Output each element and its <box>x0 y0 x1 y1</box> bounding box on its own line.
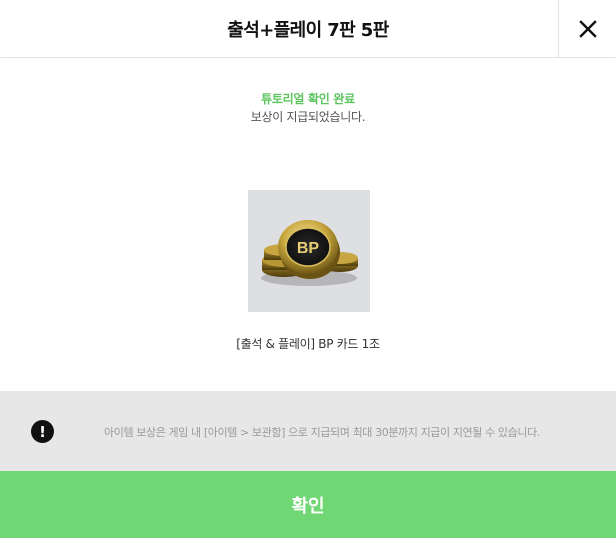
modal-header: 출석+플레이 7판 5판 <box>0 0 616 58</box>
reward-modal: 출석+플레이 7판 5판 튜토리얼 확인 완료 보상이 지급되었습니다. BP … <box>0 0 616 538</box>
exclamation-icon: ! <box>31 420 54 443</box>
notice-message: 보상이 지급되었습니다. <box>250 110 366 124</box>
info-bar: ! 아이템 보상은 게임 내 [아이템 > 보관함] 으로 지급되며 최대 30… <box>0 391 616 471</box>
status-text: 튜토리얼 확인 완료 <box>261 92 355 106</box>
reward-item-name: [출석 & 플레이] BP 카드 1조 <box>236 337 380 351</box>
info-message: 아이템 보상은 게임 내 [아이템 > 보관함] 으로 지급되며 최대 30분까… <box>104 426 540 439</box>
confirm-button[interactable]: 확인 <box>0 471 616 538</box>
reward-area: BP [출석 & 플레이] BP 카드 1조 <box>0 153 616 391</box>
bp-coins-icon: BP <box>261 220 358 286</box>
close-icon <box>578 19 597 38</box>
modal-title: 출석+플레이 7판 5판 <box>227 19 389 41</box>
reward-thumbnail: BP <box>248 190 370 312</box>
notice-block: 튜토리얼 확인 완료 보상이 지급되었습니다. <box>0 58 616 153</box>
close-button[interactable] <box>558 0 616 57</box>
coin-text: BP <box>297 240 320 257</box>
